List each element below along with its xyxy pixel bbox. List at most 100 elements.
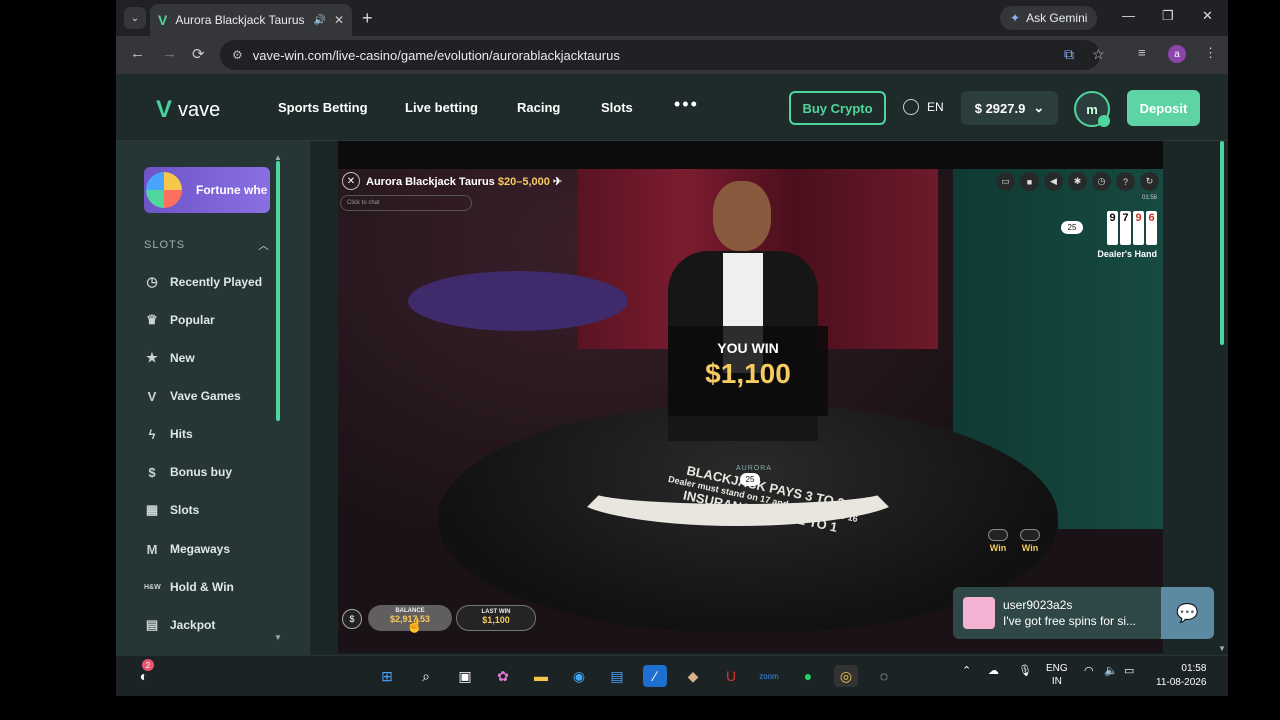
sidebar-item-new[interactable]: ★ New xyxy=(144,346,195,370)
bookmark-star-icon[interactable]: ☆ xyxy=(1092,46,1105,63)
omnibox[interactable]: ⚙ vave-win.com/live-casino/game/evolutio… xyxy=(220,40,1105,70)
install-app-icon[interactable]: ⧉ xyxy=(1064,46,1074,63)
forward-button[interactable]: → xyxy=(162,45,177,62)
spotify-icon[interactable]: ● xyxy=(796,665,820,687)
live-chat-button[interactable]: 💬 xyxy=(1161,587,1214,639)
globe-icon xyxy=(903,99,919,115)
chat-notification[interactable]: user9023a2s I've got free spins for si..… xyxy=(953,587,1161,639)
nav-live-betting[interactable]: Live betting xyxy=(405,100,478,115)
media-queue-icon[interactable]: ≡ xyxy=(1138,45,1146,60)
slot-machine-icon: ▦ xyxy=(145,502,159,517)
tab-close-icon[interactable]: ✕ xyxy=(334,13,344,27)
nav-racing[interactable]: Racing xyxy=(517,100,560,115)
back-button[interactable]: ← xyxy=(130,45,145,62)
volume-icon[interactable]: 🔈 xyxy=(1104,664,1118,677)
sidebar-item-vave-games[interactable]: V Vave Games xyxy=(144,384,241,408)
video-icon[interactable]: ■ xyxy=(1020,172,1039,191)
collapse-chevron-icon[interactable]: ︿ xyxy=(258,237,269,253)
tab-search-chevron-icon[interactable]: ⌄ xyxy=(124,7,146,29)
sidebar-item-recently-played[interactable]: ◷ Recently Played xyxy=(144,270,262,294)
ask-gemini-button[interactable]: ✦ Ask Gemini xyxy=(1000,6,1098,30)
game-toolbar: ▭ ■ ◀ ✱ ◷ ? ↻ xyxy=(996,172,1159,191)
chat-input[interactable]: Click to chat xyxy=(340,195,472,211)
game-close-icon[interactable]: ✕ xyxy=(342,172,360,190)
more-nav-icon[interactable]: ••• xyxy=(674,94,699,115)
minimize-button[interactable]: — xyxy=(1122,8,1135,23)
reload-button[interactable]: ⟳ xyxy=(192,45,205,63)
vave-logo[interactable]: V vave xyxy=(156,96,220,124)
buy-crypto-button[interactable]: Buy Crypto xyxy=(789,91,886,125)
dealer-hand: 25 9 7 9 6 Dealer's Hand xyxy=(1061,211,1157,259)
copilot-icon[interactable]: ✿ xyxy=(491,665,515,687)
sidebar-scrollbar[interactable] xyxy=(276,161,280,421)
win-badge: Win xyxy=(988,529,1008,553)
pin-icon[interactable]: ✈ xyxy=(553,176,562,188)
sidebar-item-label: Hits xyxy=(170,427,193,441)
volume-icon[interactable]: ◀ xyxy=(1044,172,1063,191)
tab-active[interactable]: V Aurora Blackjack Taurus by 🔊 ✕ xyxy=(150,4,352,36)
notification-badge: 2 xyxy=(142,659,154,671)
online-status-icon xyxy=(1098,115,1110,127)
balance-dropdown[interactable]: $ 2927.9 ⌄ xyxy=(961,91,1058,125)
sidebar-item-hold-win[interactable]: H&W Hold & Win xyxy=(144,575,234,599)
sidebar-item-bonus-buy[interactable]: $ Bonus buy xyxy=(144,460,232,484)
package-icon[interactable]: ◆ xyxy=(681,665,705,687)
sidebar-item-label: Recently Played xyxy=(170,275,263,289)
jackpot-icon: ▤ xyxy=(145,617,159,632)
search-icon[interactable]: ⌕ xyxy=(414,665,438,687)
extra-app-icon[interactable]: ◌ xyxy=(872,665,896,687)
live-game-video[interactable]: BLACKJACK PAYS 3 TO 2 Dealer must stand … xyxy=(338,141,1163,653)
restore-button[interactable]: ❐ xyxy=(1162,8,1174,24)
fortune-wheel-banner[interactable]: Fortune whe xyxy=(144,167,270,213)
language-selector[interactable]: EN xyxy=(903,99,944,115)
onedrive-icon[interactable]: ☁ xyxy=(988,664,999,677)
wifi-icon[interactable]: ◠ xyxy=(1084,664,1094,677)
sidebar-item-label: Bonus buy xyxy=(170,465,232,479)
zoom-icon[interactable]: zoom xyxy=(757,665,781,687)
chrome-menu-icon[interactable]: ⋮ xyxy=(1204,45,1217,61)
settings-icon[interactable]: ✱ xyxy=(1068,172,1087,191)
nav-slots[interactable]: Slots xyxy=(601,100,633,115)
microphone-icon[interactable]: 🎙 xyxy=(1018,664,1032,677)
sidebar-item-megaways[interactable]: M Megaways xyxy=(144,537,230,561)
mcafee-icon[interactable]: U xyxy=(719,665,743,687)
input-language[interactable]: ENG IN xyxy=(1046,662,1068,688)
file-explorer-icon[interactable]: ▬ xyxy=(529,665,553,687)
page-scrollbar[interactable] xyxy=(1220,141,1224,345)
sidebar-item-hits[interactable]: ϟ Hits xyxy=(144,422,193,446)
battery-icon[interactable]: ▭ xyxy=(1124,664,1134,677)
profile-avatar[interactable]: a xyxy=(1168,45,1186,63)
help-icon[interactable]: ? xyxy=(1116,172,1135,191)
sidebar-item-label: Megaways xyxy=(170,542,231,556)
app-icon[interactable]: ∕ xyxy=(643,665,667,687)
page-scroll-down-icon[interactable]: ▼ xyxy=(1218,644,1226,653)
game-title: Aurora Blackjack Taurus $20–5,000 ✈ xyxy=(366,175,562,188)
nav-sports-betting[interactable]: Sports Betting xyxy=(278,100,368,115)
windows-start-icon[interactable]: ⊞ xyxy=(375,665,399,687)
site-header: V vave Sports Betting Live betting Racin… xyxy=(116,74,1228,141)
chat-icon[interactable]: ▭ xyxy=(996,172,1015,191)
speaker-icon[interactable]: 🔊 xyxy=(313,15,325,26)
close-window-button[interactable]: ✕ xyxy=(1202,8,1213,24)
sidebar-item-slots[interactable]: ▦ Slots xyxy=(144,498,200,522)
edge-icon[interactable]: ◉ xyxy=(567,665,591,687)
dealer-cards: 25 9 7 9 6 xyxy=(1061,211,1157,245)
game-title-text: Aurora Blackjack Taurus xyxy=(366,176,495,188)
sidebar-item-popular[interactable]: ♛ Popular xyxy=(144,308,215,332)
history-icon[interactable]: ◷ xyxy=(1092,172,1111,191)
site-info-icon[interactable]: ⚙ xyxy=(232,48,243,62)
user-avatar[interactable]: m xyxy=(1074,91,1110,127)
dealer-hand-label: Dealer's Hand xyxy=(1097,249,1157,259)
store-icon[interactable]: ▤ xyxy=(605,665,629,687)
url-text: vave-win.com/live-casino/game/evolution/… xyxy=(252,47,620,63)
show-hidden-icons[interactable]: ⌃ xyxy=(962,664,971,677)
chrome-icon[interactable]: ◎ xyxy=(834,665,858,687)
sidebar-item-jackpot[interactable]: ▤ Jackpot xyxy=(144,613,216,637)
currency-icon[interactable]: $ xyxy=(342,609,362,629)
system-clock[interactable]: 01:58 11-08-2026 xyxy=(1156,662,1206,690)
task-view-icon[interactable]: ▣ xyxy=(453,665,477,687)
lobby-icon[interactable]: ↻ xyxy=(1140,172,1159,191)
new-tab-button[interactable]: + xyxy=(362,8,373,29)
scroll-down-icon[interactable]: ▼ xyxy=(274,633,282,642)
deposit-button[interactable]: Deposit xyxy=(1127,90,1200,126)
